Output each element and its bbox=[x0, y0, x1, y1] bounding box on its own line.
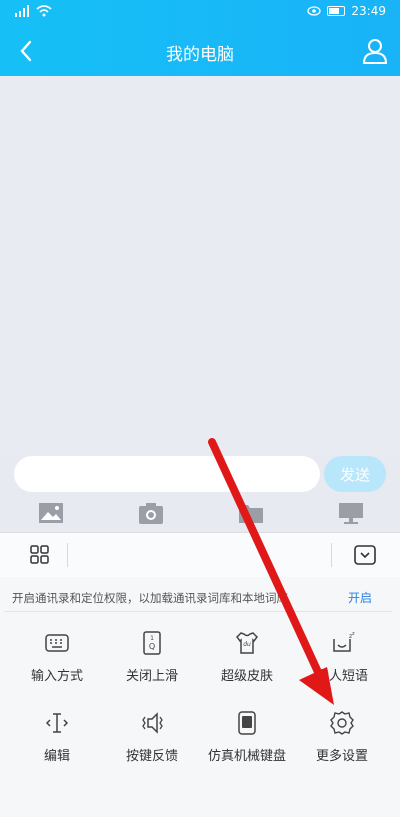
gear-icon bbox=[330, 711, 354, 735]
message-input[interactable] bbox=[14, 456, 320, 492]
keyboard-top-bar bbox=[0, 533, 400, 577]
more-settings-button[interactable]: 更多设置 bbox=[296, 709, 388, 769]
camera-icon[interactable] bbox=[137, 500, 165, 526]
keyboard-function-panel: 开启通讯录和定位权限，以加载通讯录词库和本地词库 开启 输入方式 1 Q 关闭上… bbox=[0, 532, 400, 817]
svg-text:du: du bbox=[243, 641, 251, 648]
battery-icon bbox=[327, 6, 346, 16]
keyboard-icon bbox=[45, 634, 69, 652]
computer-icon[interactable] bbox=[337, 500, 365, 526]
status-time: 23:49 bbox=[351, 4, 386, 18]
eye-icon bbox=[307, 6, 322, 16]
folder-icon[interactable] bbox=[237, 500, 265, 526]
phrase-icon: z z bbox=[333, 631, 355, 652]
item-label: 懒人短语 bbox=[315, 669, 368, 684]
notice-text: 开启通讯录和定位权限，以加载通讯录词库和本地词库 bbox=[12, 591, 288, 605]
item-label: 超级皮肤 bbox=[220, 669, 273, 684]
edit-cursor-icon bbox=[45, 713, 69, 733]
svg-text:z: z bbox=[352, 631, 355, 637]
mechanical-keyboard-button[interactable]: 仿真机械键盘 bbox=[201, 709, 293, 769]
status-bar: 23:49 bbox=[0, 0, 400, 26]
skin-icon: du bbox=[236, 632, 258, 654]
permission-notice: 开启通讯录和定位权限，以加载通讯录词库和本地词库 开启 bbox=[4, 583, 392, 612]
chat-message-area[interactable] bbox=[0, 76, 400, 454]
edit-button[interactable]: 编辑 bbox=[11, 709, 103, 769]
slide-up-icon: 1 Q bbox=[143, 631, 161, 655]
item-label: 输入方式 bbox=[30, 669, 83, 684]
item-label: 仿真机械键盘 bbox=[207, 749, 286, 764]
wifi-icon bbox=[36, 5, 52, 17]
divider bbox=[67, 543, 68, 567]
item-label: 关闭上滑 bbox=[125, 669, 178, 684]
input-method-button[interactable]: 输入方式 bbox=[11, 629, 103, 689]
item-label: 更多设置 bbox=[315, 749, 368, 764]
message-input-row: 发送 bbox=[0, 454, 400, 498]
svg-text:Q: Q bbox=[149, 642, 155, 651]
super-skin-button[interactable]: du 超级皮肤 bbox=[201, 629, 293, 689]
collapse-keyboard-icon[interactable] bbox=[350, 543, 380, 569]
user-profile-icon[interactable] bbox=[360, 36, 390, 66]
divider bbox=[331, 543, 332, 567]
signal-icon bbox=[15, 5, 29, 17]
svg-text:1: 1 bbox=[150, 635, 154, 642]
page-title: 我的电脑 bbox=[166, 45, 234, 65]
title-bar: 我的电脑 bbox=[0, 26, 400, 76]
item-label: 编辑 bbox=[43, 749, 70, 764]
close-slide-up-button[interactable]: 1 Q 关闭上滑 bbox=[106, 629, 198, 689]
key-feedback-button[interactable]: 按键反馈 bbox=[106, 709, 198, 769]
attachment-toolbar bbox=[0, 498, 400, 530]
lazy-phrase-button[interactable]: z z 懒人短语 bbox=[296, 629, 388, 689]
enable-permission-link[interactable]: 开启 bbox=[348, 589, 372, 606]
item-label: 按键反馈 bbox=[125, 749, 178, 764]
vibration-icon bbox=[142, 712, 163, 734]
send-button[interactable]: 发送 bbox=[324, 456, 386, 492]
mechanical-keyboard-icon bbox=[238, 711, 256, 735]
grid-menu-icon[interactable] bbox=[24, 543, 54, 567]
image-icon[interactable] bbox=[37, 500, 65, 526]
